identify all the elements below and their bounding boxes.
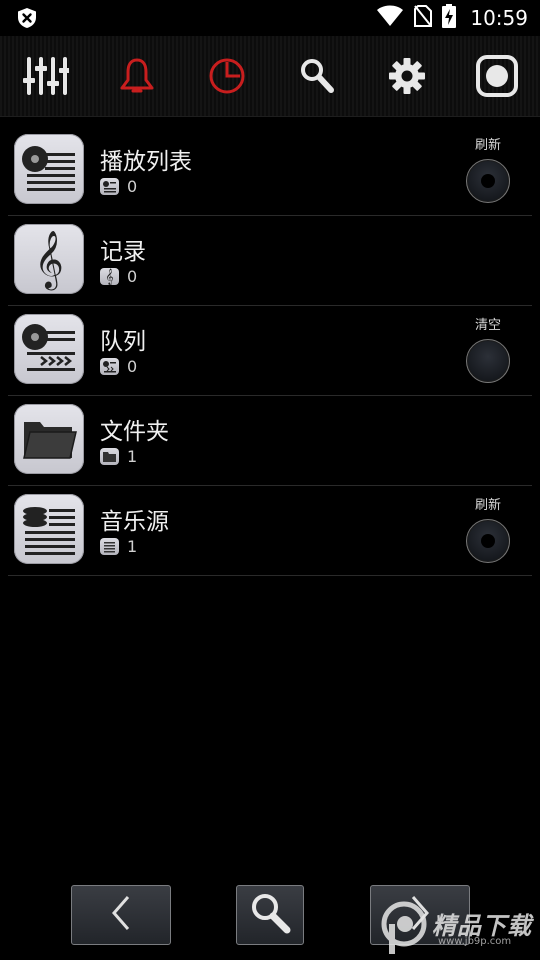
- stop-record-icon[interactable]: [473, 52, 521, 100]
- watermark: 精品下载 www.jb9p.com: [378, 896, 538, 956]
- sleep-timer-icon[interactable]: [203, 52, 251, 100]
- refresh-dot-icon: [481, 534, 495, 548]
- list-item-title: 记录: [100, 239, 146, 265]
- list-item-title: 队列: [100, 329, 146, 355]
- list-item-title: 文件夹: [100, 419, 169, 445]
- list-item-queue[interactable]: 队列 0 清空: [8, 306, 532, 396]
- status-bar: 10:59: [0, 0, 540, 36]
- alarm-bell-icon[interactable]: [113, 52, 161, 100]
- list-item-title: 音乐源: [100, 509, 169, 535]
- battery-charging-icon: [442, 4, 457, 32]
- folder-icon: [14, 404, 84, 474]
- status-clock: 10:59: [470, 6, 528, 30]
- search-icon: [247, 890, 293, 940]
- playlist-icon: [100, 178, 119, 195]
- equalizer-icon[interactable]: [22, 52, 70, 100]
- queue-icon: [14, 314, 84, 384]
- watermark-url: www.jb9p.com: [438, 936, 512, 947]
- settings-gear-icon[interactable]: [383, 52, 431, 100]
- item-count: 0: [127, 177, 138, 196]
- library-list: 播放列表 0 刷新 𝄞 记录 𝄞 0 队列 0 清空 文件夹 1 音乐源 1 刷…: [8, 126, 532, 576]
- list-item-title: 播放列表: [100, 149, 192, 175]
- wifi-icon: [376, 5, 404, 31]
- list-item-folders[interactable]: 文件夹 1: [8, 396, 532, 486]
- list-item-music-sources[interactable]: 音乐源 1 刷新: [8, 486, 532, 576]
- no-sim-icon: [414, 5, 433, 31]
- refresh-button[interactable]: [466, 159, 510, 203]
- clear-label: 清空: [474, 318, 501, 333]
- watermark-logo-icon: [381, 901, 427, 954]
- refresh-label: 刷新: [474, 498, 501, 513]
- item-count: 1: [127, 537, 138, 556]
- search-icon[interactable]: [293, 52, 341, 100]
- list-item-history[interactable]: 𝄞 记录 𝄞 0: [8, 216, 532, 306]
- queue-icon: [100, 358, 119, 375]
- folder-icon: [100, 448, 119, 465]
- music-source-icon: [14, 494, 84, 564]
- playlist-icon: [14, 134, 84, 204]
- shield-x-icon: [16, 7, 38, 29]
- music-source-icon: [100, 538, 119, 555]
- item-count: 1: [127, 447, 138, 466]
- bottom-search-button[interactable]: [236, 885, 304, 945]
- back-arrow-icon: [106, 893, 136, 937]
- list-item-playlists[interactable]: 播放列表 0 刷新: [8, 126, 532, 216]
- clear-button[interactable]: [466, 339, 510, 383]
- back-button[interactable]: [71, 885, 171, 945]
- refresh-button[interactable]: [466, 519, 510, 563]
- refresh-dot-icon: [481, 174, 495, 188]
- treble-clef-icon: 𝄞: [14, 224, 84, 294]
- top-toolbar: [0, 36, 540, 117]
- refresh-label: 刷新: [474, 138, 501, 153]
- item-count: 0: [127, 267, 138, 286]
- treble-clef-icon: 𝄞: [100, 268, 119, 285]
- item-count: 0: [127, 357, 138, 376]
